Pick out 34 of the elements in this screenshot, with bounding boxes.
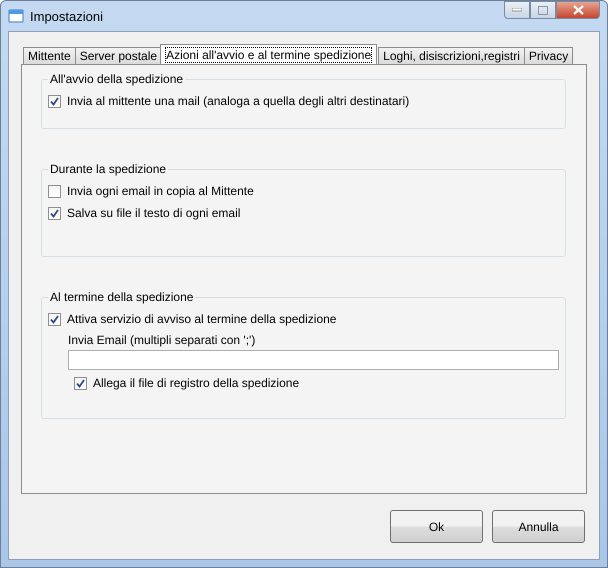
group-title: All'avvio della spedizione	[48, 72, 186, 86]
group-title: Al termine della spedizione	[48, 290, 196, 304]
check-icon	[76, 378, 85, 388]
dialog-button[interactable]: Ok	[390, 510, 483, 543]
checkbox[interactable]	[48, 94, 61, 108]
maximize-button[interactable]	[530, 1, 556, 19]
check-icon	[50, 314, 59, 324]
tab[interactable]: Server postale	[74, 47, 162, 64]
tab[interactable]: Privacy	[524, 47, 574, 64]
tab[interactable]: Mittente	[23, 47, 76, 64]
check-icon	[50, 208, 59, 218]
tab[interactable]: Loghi, disiscrizioni,registri	[378, 47, 525, 64]
window-icon	[8, 8, 24, 24]
checkbox[interactable]	[48, 206, 61, 220]
minimize-button[interactable]	[504, 1, 530, 19]
close-button[interactable]	[556, 1, 600, 19]
checkbox-label: Salva su file il testo di ogni email	[67, 206, 240, 220]
checkbox-label: Invia ogni email in copia al Mittente	[67, 184, 254, 198]
checkbox[interactable]	[74, 376, 87, 390]
tab[interactable]: Azioni all'avvio e al termine spedizione	[160, 44, 378, 64]
close-icon	[572, 5, 584, 15]
checkbox-label: Allega il file di registro della spedizione	[93, 376, 300, 390]
minimize-icon	[512, 8, 522, 12]
checkbox[interactable]	[48, 312, 61, 326]
checkbox-label: Attiva servizio di avviso al termine della spedizione	[67, 312, 336, 326]
checkbox[interactable]	[48, 184, 61, 198]
group-title: Durante la spedizione	[48, 162, 168, 176]
window-title: Impostazioni	[30, 8, 104, 24]
field-label: Invia Email (multipli separati con ';')	[68, 332, 256, 348]
dialog-button[interactable]: Annulla	[492, 510, 585, 543]
email-field[interactable]	[68, 350, 559, 370]
check-icon	[50, 96, 59, 106]
checkbox-label: Invia al mittente una mail (analoga a quella degli altri destinatari)	[67, 94, 410, 108]
maximize-icon	[538, 6, 548, 14]
